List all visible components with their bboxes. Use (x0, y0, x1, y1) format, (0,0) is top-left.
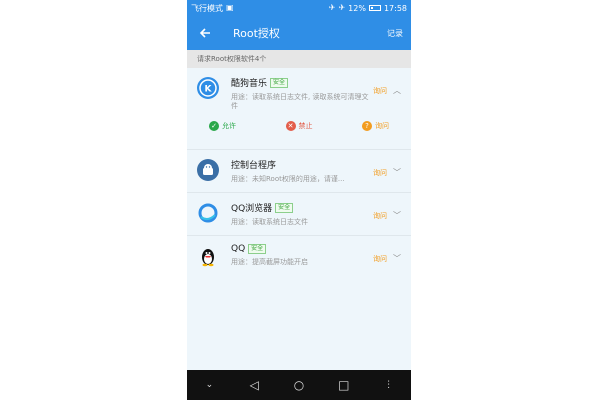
app-usage: 用途：读取系统日志文件, 读取系统可清理文件 (231, 93, 369, 110)
airplane-mode-text: 飞行模式 (191, 3, 223, 13)
request-count-header: 请求Root权限软件4个 (187, 50, 411, 68)
chevron-up-icon[interactable]: ︿ (393, 85, 401, 96)
app-name: QQ浏览器 (231, 204, 273, 214)
svg-text:K: K (205, 85, 213, 95)
close-icon: ✕ (285, 121, 296, 131)
app-usage: 用途：提高截屏功能开启 (231, 258, 308, 266)
list-item[interactable]: QQ浏览器 安全 用途：读取系统日志文件 询问 ﹀ (187, 193, 411, 236)
more-vertical-icon[interactable]: ⋮ (377, 380, 401, 390)
qq-penguin-icon (197, 245, 219, 267)
mute-icon: ✈ (328, 3, 336, 12)
root-app-list: K 酷狗音乐 安全 用途：读取系统日志文件, 读取系统可清理文件 询问 ︿ ✓ … (187, 68, 411, 279)
navigation-bar: ⌄ ◁ ○ □ ⋮ (187, 370, 411, 400)
recents-square-icon[interactable]: □ (332, 378, 356, 392)
chevron-down-icon[interactable]: ⌄ (197, 380, 221, 390)
question-icon: ? (362, 121, 372, 131)
app-usage: 用途：未知Root权限的用途，请谨... (231, 175, 345, 183)
screenshot-icon: ▣ (226, 3, 234, 12)
status-left: 飞行模式 ▣ (191, 3, 234, 14)
ask-status[interactable]: 询问 (373, 168, 387, 178)
empty-area (187, 278, 411, 370)
back-triangle-icon[interactable]: ◁ (242, 378, 266, 392)
android-icon (197, 159, 219, 181)
ask-status[interactable]: 询问 (373, 211, 387, 221)
phone-screen: 飞行模式 ▣ ✈ ✈ 12% 17:58 Root授权 记录 请求Root权限软… (187, 0, 411, 400)
record-button[interactable]: 记录 (387, 28, 403, 39)
chevron-down-icon[interactable]: ﹀ (393, 253, 401, 264)
clock: 17:58 (383, 3, 407, 13)
ask-button[interactable]: ? 询问 (362, 121, 389, 131)
battery-percent: 12% (348, 3, 366, 13)
ask-status[interactable]: 询问 (373, 254, 387, 264)
app-bar: Root授权 记录 (187, 16, 411, 50)
airplane-icon: ✈ (338, 3, 346, 12)
home-circle-icon[interactable]: ○ (287, 378, 311, 392)
list-item[interactable]: 控制台程序 用途：未知Root权限的用途，请谨... 询问 ﹀ (187, 150, 411, 193)
safe-badge: 安全 (275, 202, 294, 213)
allow-button[interactable]: ✓ 允许 (209, 121, 236, 131)
chevron-down-icon[interactable]: ﹀ (393, 167, 401, 178)
status-bar: 飞行模式 ▣ ✈ ✈ 12% 17:58 (187, 0, 411, 16)
qqbrowser-icon (197, 202, 219, 224)
check-icon: ✓ (209, 121, 219, 131)
page-title: Root授权 (233, 27, 280, 40)
status-right: ✈ ✈ 12% 17:58 (329, 4, 407, 13)
safe-badge: 安全 (248, 244, 267, 254)
list-item[interactable]: K 酷狗音乐 安全 用途：读取系统日志文件, 读取系统可清理文件 询问 ︿ ✓ … (187, 68, 411, 150)
app-name: QQ (231, 244, 246, 254)
list-item[interactable]: QQ 安全 用途：提高截屏功能开启 询问 ﹀ (187, 236, 411, 279)
deny-button[interactable]: ✕ 禁止 (285, 121, 313, 131)
battery-icon (368, 5, 381, 11)
chevron-down-icon[interactable]: ﹀ (393, 210, 401, 221)
app-name: 酷狗音乐 (231, 79, 268, 89)
kugou-icon: K (197, 77, 219, 99)
ask-status[interactable]: 询问 (373, 86, 387, 96)
back-arrow-icon[interactable] (195, 23, 215, 43)
safe-badge: 安全 (270, 77, 289, 88)
app-usage: 用途：读取系统日志文件 (231, 218, 308, 226)
app-name: 控制台程序 (231, 161, 277, 171)
permission-actions: ✓ 允许 ✕ 禁止 ? 询问 (187, 117, 411, 141)
